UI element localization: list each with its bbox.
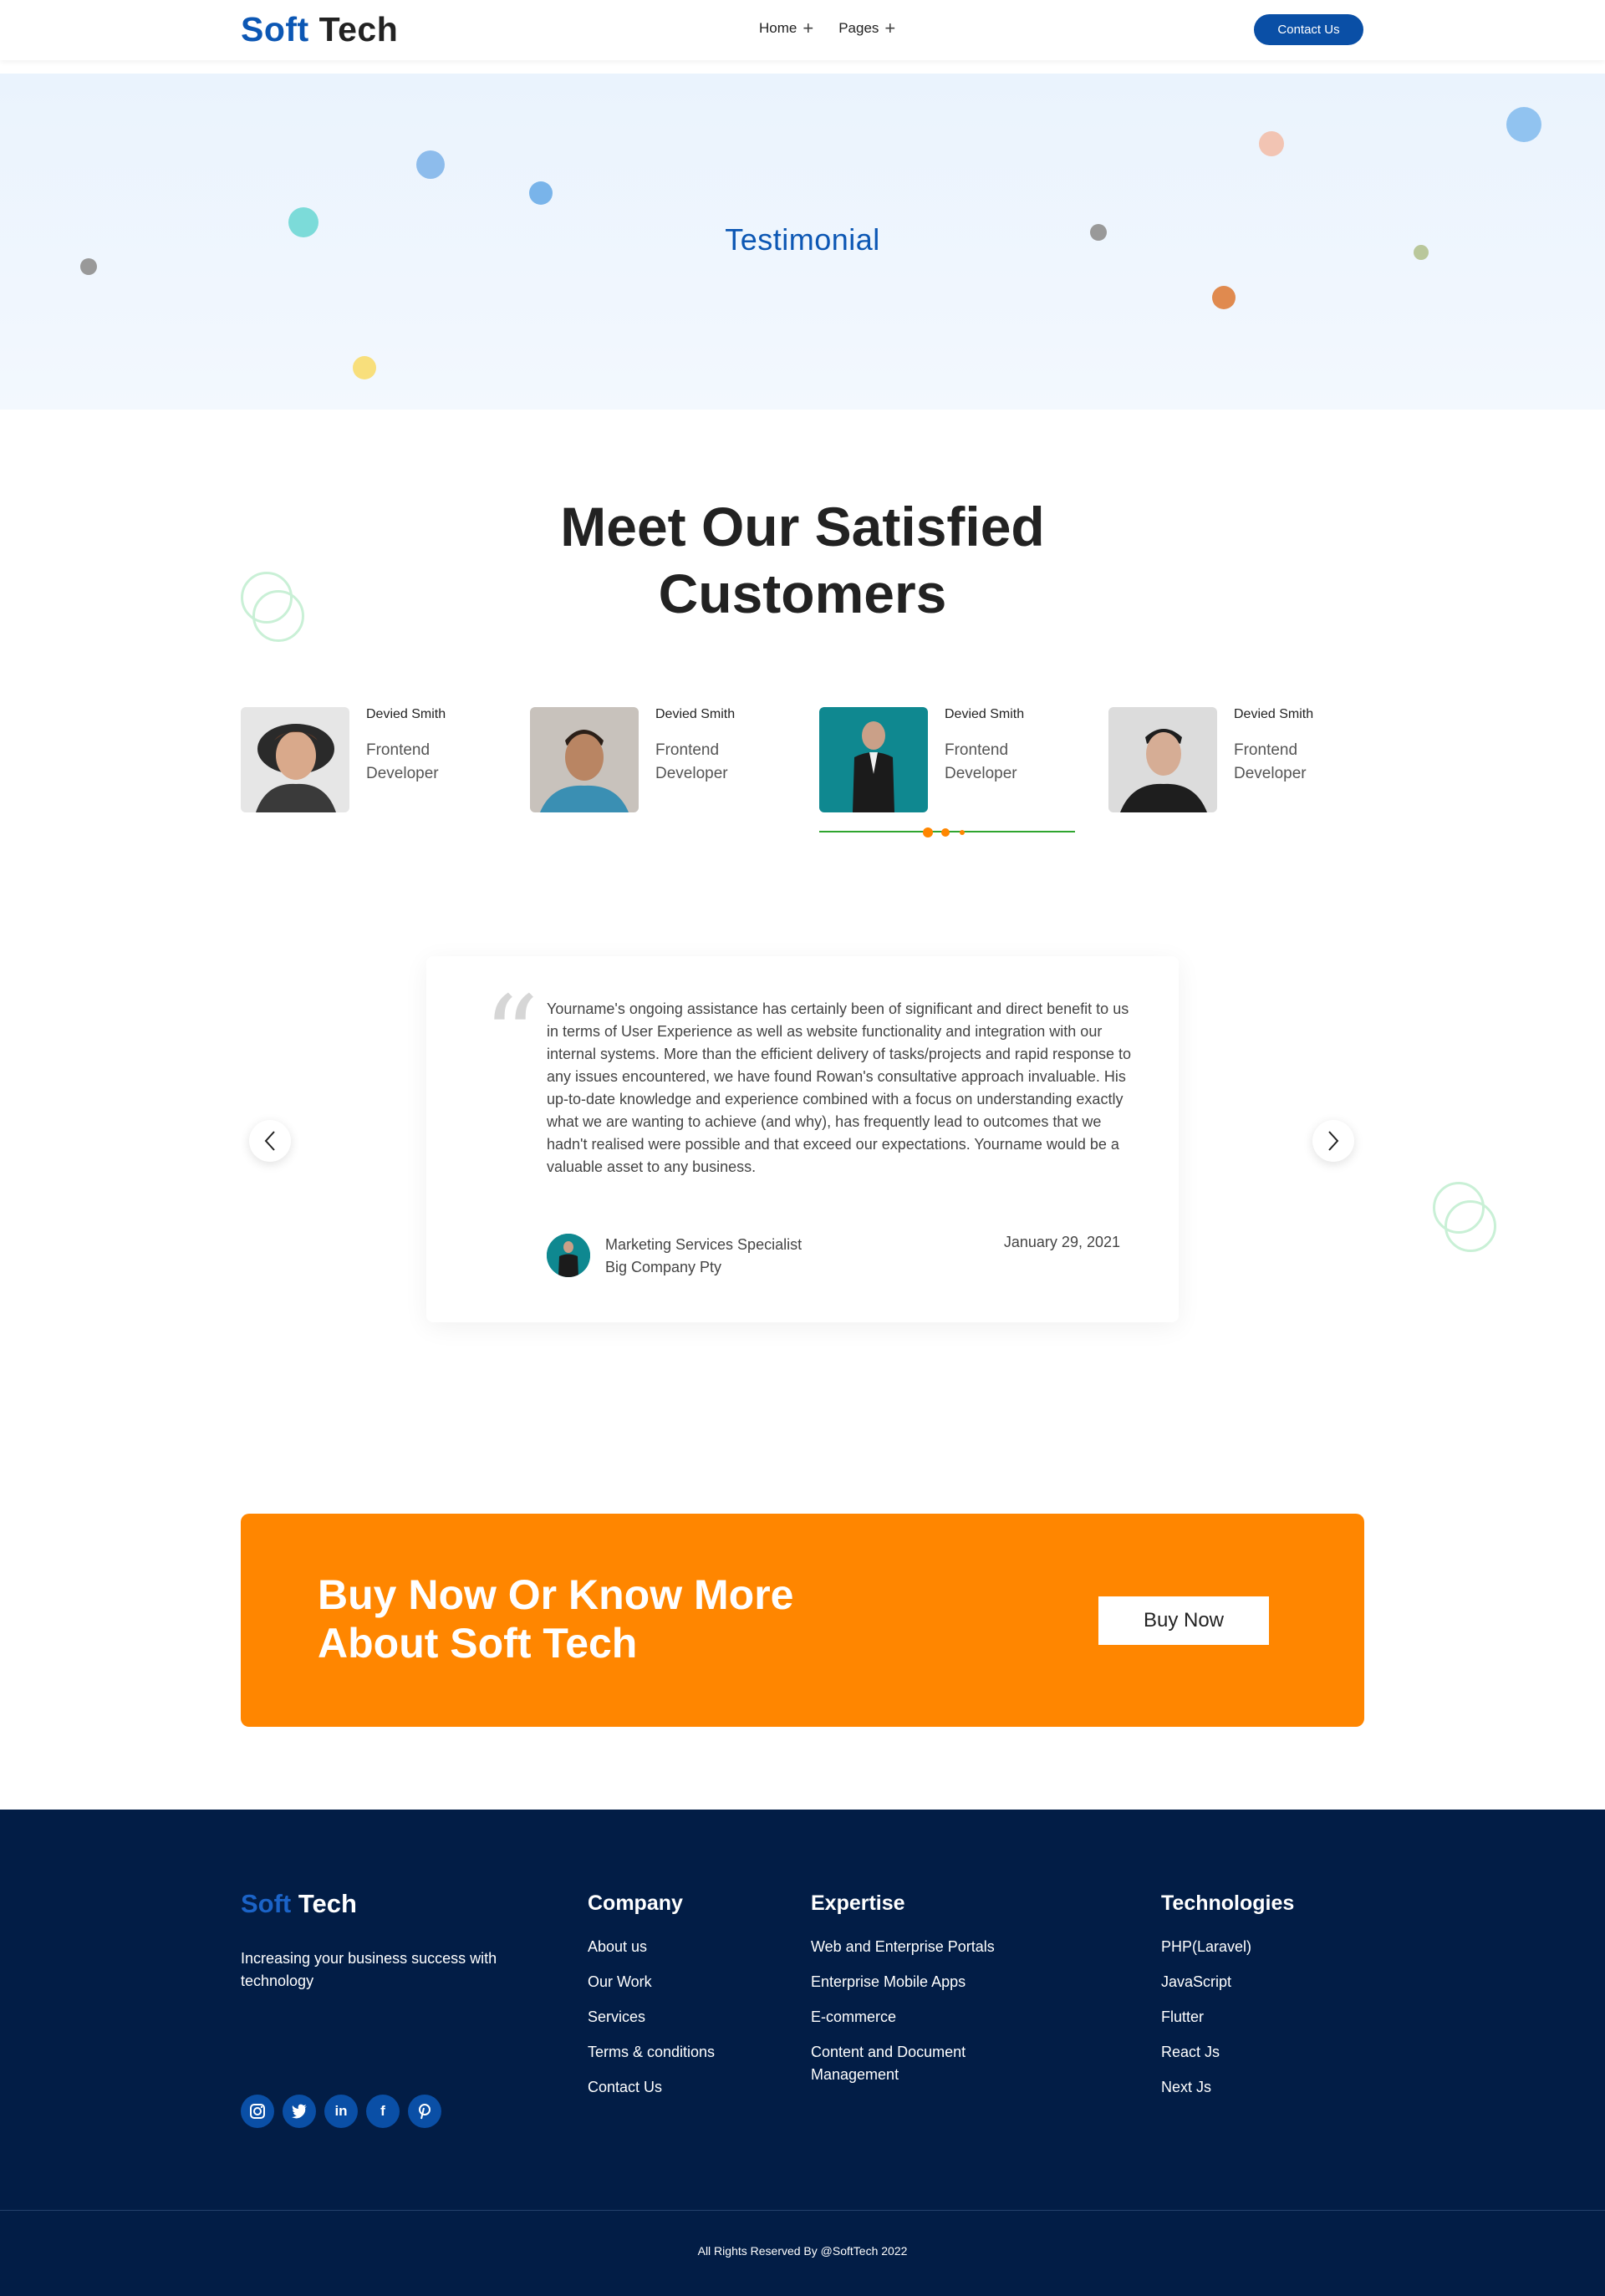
decor-dot — [353, 356, 376, 379]
author-avatar — [547, 1234, 590, 1277]
footer-link[interactable]: Web and Enterprise Portals — [811, 1936, 1028, 1958]
heading-line-2: Customers — [658, 563, 947, 624]
menu-item-home[interactable]: Home + — [759, 18, 814, 38]
plus-icon: + — [802, 18, 814, 38]
main-menu: Home + Pages + — [759, 18, 896, 38]
customer-profile-3[interactable]: Devied Smith Frontend Developer — [819, 707, 1095, 816]
footer-link[interactable]: Enterprise Mobile Apps — [811, 1971, 1028, 1993]
customer-role: Frontend Developer — [1234, 741, 1307, 782]
top-navbar: Soft Tech Home + Pages + Contact Us — [0, 0, 1605, 60]
testimonial-card: “ Yourname's ongoing assistance has cert… — [426, 956, 1179, 1322]
cta-heading: Buy Now Or Know More About Soft Tech — [318, 1571, 853, 1667]
author-role: Marketing Services Specialist — [605, 1236, 802, 1253]
footer-link[interactable]: Next Js — [1161, 2076, 1294, 2099]
cta-heading-line-1: Buy Now Or Know More — [318, 1571, 794, 1618]
quote-icon: “ — [483, 972, 539, 1099]
customer-role: Frontend Developer — [366, 741, 439, 782]
hero-banner: Testimonial — [0, 74, 1605, 410]
customer-role: Frontend Developer — [655, 741, 728, 782]
pinterest-icon[interactable] — [408, 2095, 441, 2128]
testimonial-text: Yourname's ongoing assistance has certai… — [547, 1000, 1132, 1175]
decor-rings-left — [241, 572, 308, 647]
logo-part-1: Soft — [241, 10, 309, 48]
footer-column-expertise: Expertise Web and Enterprise Portals Ent… — [811, 1891, 1028, 2099]
footer-tagline: Increasing your business success with te… — [241, 1950, 497, 1989]
avatar — [530, 707, 639, 812]
facebook-icon[interactable]: f — [366, 2095, 400, 2128]
decor-dot — [529, 181, 553, 205]
author-company: Big Company Pty — [605, 1259, 722, 1275]
indicator-dot[interactable] — [923, 827, 933, 837]
menu-item-label: Pages — [838, 20, 879, 36]
customer-role: Frontend Developer — [945, 741, 1017, 782]
footer-link[interactable]: Our Work — [588, 1971, 715, 1993]
decor-rings-right — [1433, 1182, 1500, 1257]
author-info: Marketing Services Specialist Big Compan… — [605, 1234, 802, 1279]
menu-item-label: Home — [759, 20, 797, 36]
footer-column-title: Expertise — [811, 1891, 905, 1915]
heading-line-1: Meet Our Satisfied — [560, 496, 1045, 557]
decor-dot — [1259, 131, 1284, 156]
site-logo[interactable]: Soft Tech — [241, 10, 398, 49]
indicator-dot[interactable] — [960, 830, 965, 835]
instagram-icon[interactable] — [241, 2095, 274, 2128]
decor-dot — [80, 258, 97, 275]
footer-column-title: Technologies — [1161, 1891, 1295, 1915]
decor-ring — [252, 590, 304, 642]
footer-column-title: Company — [588, 1891, 683, 1915]
plus-icon: + — [884, 18, 896, 38]
footer-link[interactable]: About us — [588, 1936, 715, 1958]
prev-slide-button[interactable] — [249, 1120, 291, 1162]
decor-dot — [1212, 286, 1236, 309]
customer-name: Devied Smith — [1234, 707, 1314, 721]
footer-link[interactable]: E-commerce — [811, 2006, 1028, 2029]
customer-name: Devied Smith — [366, 707, 446, 721]
menu-item-pages[interactable]: Pages + — [838, 18, 896, 38]
decor-dot — [1506, 107, 1541, 142]
chevron-left-icon — [264, 1131, 275, 1151]
social-links: in f — [241, 2095, 441, 2128]
footer-column-company: Company About us Our Work Services Terms… — [588, 1891, 715, 2111]
page-title: Testimonial — [725, 222, 880, 257]
footer-link[interactable]: JavaScript — [1161, 1971, 1294, 1993]
footer-divider — [0, 2210, 1605, 2211]
logo-part-2: Tech — [318, 10, 399, 48]
customer-name: Devied Smith — [945, 707, 1025, 721]
cta-banner: Buy Now Or Know More About Soft Tech Buy… — [241, 1514, 1364, 1727]
buy-now-button[interactable]: Buy Now — [1098, 1596, 1269, 1645]
active-profile-indicator — [819, 827, 1075, 837]
footer-link[interactable]: React Js — [1161, 2041, 1294, 2064]
indicator-dot[interactable] — [941, 828, 950, 837]
section-heading: Meet Our Satisfied Customers — [468, 493, 1137, 627]
logo-part-2: Tech — [298, 1889, 357, 1918]
copyright-text: All Rights Reserved By @SoftTech 2022 — [697, 2244, 908, 2258]
chevron-right-icon — [1328, 1131, 1339, 1151]
footer-link[interactable]: Content and Document Management — [811, 2041, 1028, 2086]
avatar — [1108, 707, 1217, 812]
footer-logo[interactable]: Soft Tech — [241, 1889, 357, 1919]
contact-us-button[interactable]: Contact Us — [1254, 14, 1363, 45]
footer-link[interactable]: Contact Us — [588, 2076, 715, 2099]
footer-link[interactable]: Flutter — [1161, 2006, 1294, 2029]
customer-profile-2[interactable]: Devied Smith Frontend Developer — [530, 707, 806, 816]
logo-part-1: Soft — [241, 1889, 292, 1918]
cta-heading-line-2: About Soft Tech — [318, 1620, 638, 1667]
decor-ring — [1444, 1200, 1496, 1252]
testimonial-date: January 29, 2021 — [1003, 1234, 1120, 1250]
customer-profile-1[interactable]: Devied Smith Frontend Developer — [241, 707, 517, 816]
twitter-icon[interactable] — [283, 2095, 316, 2128]
avatar — [241, 707, 349, 812]
decor-dot — [416, 150, 445, 179]
next-slide-button[interactable] — [1312, 1120, 1354, 1162]
linkedin-icon[interactable]: in — [324, 2095, 358, 2128]
footer-column-technologies: Technologies PHP(Laravel) JavaScript Flu… — [1161, 1891, 1294, 2111]
customer-name: Devied Smith — [655, 707, 736, 721]
footer-link[interactable]: PHP(Laravel) — [1161, 1936, 1294, 1958]
footer-link[interactable]: Terms & conditions — [588, 2041, 715, 2064]
avatar — [819, 707, 928, 812]
customer-profile-4[interactable]: Devied Smith Frontend Developer — [1108, 707, 1384, 816]
footer-link[interactable]: Services — [588, 2006, 715, 2029]
site-footer: Soft Tech Increasing your business succe… — [0, 1810, 1605, 2296]
